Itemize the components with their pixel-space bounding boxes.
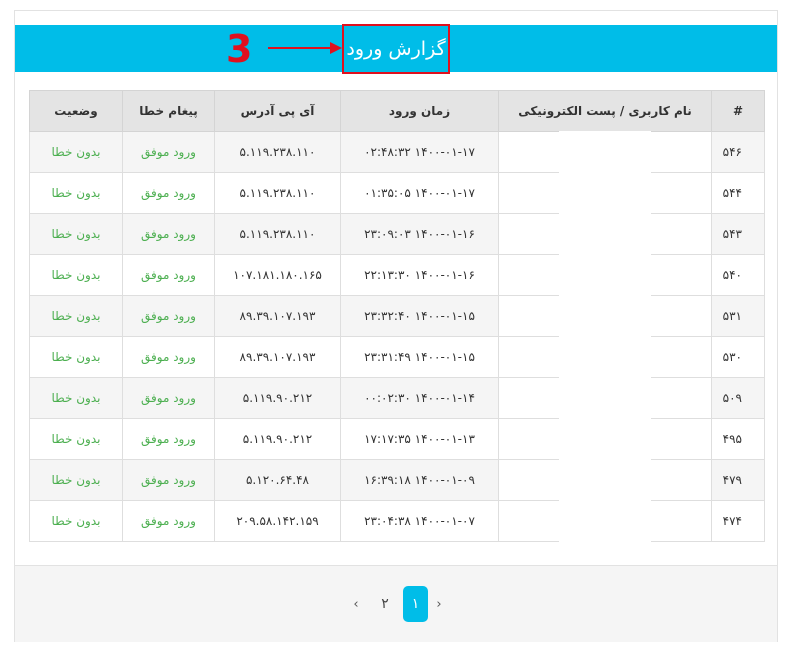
table-row: ۵۴۳ ۱۴۰۰-۰۱-۱۶ ۲۳:۰۹:۰۳ ۵.۱۱۹.۲۳۸.۱۱۰ ور… [29, 213, 765, 255]
redaction-mask [559, 377, 651, 419]
cell-status: بدون خطا [29, 295, 123, 337]
cell-time: ۱۴۰۰-۰۱-۰۷ ۲۳:۰۴:۳۸ [340, 500, 499, 542]
cell-user [498, 418, 712, 460]
cell-id: ۵۴۴ [711, 172, 765, 214]
cell-status: بدون خطا [29, 213, 123, 255]
table-row: ۵۴۶ ۱۴۰۰-۰۱-۱۷ ۰۲:۴۸:۳۲ ۵.۱۱۹.۲۳۸.۱۱۰ ور… [29, 131, 765, 173]
redaction-mask [559, 213, 651, 255]
redaction-mask [559, 336, 651, 378]
cell-id: ۵۳۱ [711, 295, 765, 337]
cell-time: ۱۴۰۰-۰۱-۱۷ ۰۲:۴۸:۳۲ [340, 131, 499, 173]
cell-message: ورود موفق [122, 500, 215, 542]
cell-time: ۱۴۰۰-۰۱-۱۷ ۰۱:۳۵:۰۵ [340, 172, 499, 214]
cell-time: ۱۴۰۰-۰۱-۰۹ ۱۶:۳۹:۱۸ [340, 459, 499, 501]
cell-user [498, 459, 712, 501]
cell-user [498, 377, 712, 419]
redaction-mask [559, 131, 651, 173]
cell-ip: ۵.۱۲۰.۶۴.۴۸ [214, 459, 341, 501]
table-row: ۵۴۴ ۱۴۰۰-۰۱-۱۷ ۰۱:۳۵:۰۵ ۵.۱۱۹.۲۳۸.۱۱۰ ور… [29, 172, 765, 214]
cell-message: ورود موفق [122, 459, 215, 501]
page-title: گزارش ورود [342, 24, 450, 74]
cell-message: ورود موفق [122, 172, 215, 214]
cell-time: ۱۴۰۰-۰۱-۱۳ ۱۷:۱۷:۳۵ [340, 418, 499, 460]
cell-status: بدون خطا [29, 131, 123, 173]
cell-user [498, 336, 712, 378]
pagination-page-1-active[interactable]: ۱ [403, 586, 428, 622]
cell-ip: ۵.۱۱۹.۲۳۸.۱۱۰ [214, 131, 341, 173]
column-header-user: نام کاربری / پست الکترونیکی [498, 90, 712, 132]
cell-status: بدون خطا [29, 377, 123, 419]
cell-id: ۵۳۰ [711, 336, 765, 378]
cell-user [498, 254, 712, 296]
cell-time: ۱۴۰۰-۰۱-۱۵ ۲۳:۳۲:۴۰ [340, 295, 499, 337]
cell-status: بدون خطا [29, 459, 123, 501]
cell-message: ورود موفق [122, 213, 215, 255]
redaction-mask [559, 459, 651, 501]
cell-status: بدون خطا [29, 336, 123, 378]
cell-user [498, 172, 712, 214]
cell-time: ۱۴۰۰-۰۱-۱۴ ۰۰:۰۲:۳۰ [340, 377, 499, 419]
cell-id: ۵۴۳ [711, 213, 765, 255]
cell-time: ۱۴۰۰-۰۱-۱۶ ۲۳:۰۹:۰۳ [340, 213, 499, 255]
cell-ip: ۸۹.۳۹.۱۰۷.۱۹۳ [214, 295, 341, 337]
cell-status: بدون خطا [29, 500, 123, 542]
cell-ip: ۵.۱۱۹.۲۳۸.۱۱۰ [214, 172, 341, 214]
cell-id: ۵۰۹ [711, 377, 765, 419]
cell-message: ورود موفق [122, 336, 215, 378]
column-header-ip: آی پی آدرس [214, 90, 341, 132]
redaction-mask [559, 418, 651, 460]
cell-time: ۱۴۰۰-۰۱-۱۶ ۲۲:۱۳:۳۰ [340, 254, 499, 296]
table-row: ۵۳۰ ۱۴۰۰-۰۱-۱۵ ۲۳:۳۱:۴۹ ۸۹.۳۹.۱۰۷.۱۹۳ ور… [29, 336, 765, 378]
page-title-text: گزارش ورود [346, 38, 446, 60]
cell-time: ۱۴۰۰-۰۱-۱۵ ۲۳:۳۱:۴۹ [340, 336, 499, 378]
cell-id: ۴۷۴ [711, 500, 765, 542]
cell-id: ۴۹۵ [711, 418, 765, 460]
column-header-id: # [711, 90, 765, 132]
cell-status: بدون خطا [29, 172, 123, 214]
column-header-time: زمان ورود [340, 90, 499, 132]
table-row: ۵۴۰ ۱۴۰۰-۰۱-۱۶ ۲۲:۱۳:۳۰ ۱۰۷.۱۸۱.۱۸۰.۱۶۵ … [29, 254, 765, 296]
column-header-message: پیغام خطا [122, 90, 215, 132]
redaction-mask [559, 500, 651, 542]
cell-ip: ۱۰۷.۱۸۱.۱۸۰.۱۶۵ [214, 254, 341, 296]
cell-user [498, 131, 712, 173]
pagination: ‹ ۲ ۱ › [345, 586, 450, 622]
cell-message: ورود موفق [122, 254, 215, 296]
annotation-arrow-icon [268, 42, 342, 54]
pagination-page-2[interactable]: ۲ [367, 596, 403, 612]
cell-ip: ۵.۱۱۹.۲۳۸.۱۱۰ [214, 213, 341, 255]
pagination-prev-button[interactable]: ‹ [345, 597, 367, 612]
table-row: ۵۰۹ ۱۴۰۰-۰۱-۱۴ ۰۰:۰۲:۳۰ ۵.۱۱۹.۹۰.۲۱۲ ورو… [29, 377, 765, 419]
cell-status: بدون خطا [29, 254, 123, 296]
redaction-mask [559, 295, 651, 337]
cell-message: ورود موفق [122, 377, 215, 419]
cell-user [498, 500, 712, 542]
cell-status: بدون خطا [29, 418, 123, 460]
table-header-row: # نام کاربری / پست الکترونیکی زمان ورود … [29, 90, 765, 132]
cell-message: ورود موفق [122, 295, 215, 337]
cell-message: ورود موفق [122, 418, 215, 460]
table-row: ۴۷۴ ۱۴۰۰-۰۱-۰۷ ۲۳:۰۴:۳۸ ۲۰۹.۵۸.۱۴۲.۱۵۹ و… [29, 500, 765, 542]
pagination-next-button[interactable]: › [428, 597, 450, 612]
login-log-table: # نام کاربری / پست الکترونیکی زمان ورود … [29, 90, 765, 542]
cell-id: ۴۷۹ [711, 459, 765, 501]
redaction-mask [559, 172, 651, 214]
cell-ip: ۵.۱۱۹.۹۰.۲۱۲ [214, 377, 341, 419]
table-row: ۵۳۱ ۱۴۰۰-۰۱-۱۵ ۲۳:۳۲:۴۰ ۸۹.۳۹.۱۰۷.۱۹۳ ور… [29, 295, 765, 337]
cell-user [498, 213, 712, 255]
table-row: ۴۹۵ ۱۴۰۰-۰۱-۱۳ ۱۷:۱۷:۳۵ ۵.۱۱۹.۹۰.۲۱۲ ورو… [29, 418, 765, 460]
cell-ip: ۸۹.۳۹.۱۰۷.۱۹۳ [214, 336, 341, 378]
column-header-status: وضعیت [29, 90, 123, 132]
cell-id: ۵۴۰ [711, 254, 765, 296]
cell-user [498, 295, 712, 337]
redaction-mask [559, 254, 651, 296]
table-row: ۴۷۹ ۱۴۰۰-۰۱-۰۹ ۱۶:۳۹:۱۸ ۵.۱۲۰.۶۴.۴۸ ورود… [29, 459, 765, 501]
cell-id: ۵۴۶ [711, 131, 765, 173]
annotation-step-number: 3 [226, 27, 253, 71]
cell-ip: ۵.۱۱۹.۹۰.۲۱۲ [214, 418, 341, 460]
cell-ip: ۲۰۹.۵۸.۱۴۲.۱۵۹ [214, 500, 341, 542]
cell-message: ورود موفق [122, 131, 215, 173]
